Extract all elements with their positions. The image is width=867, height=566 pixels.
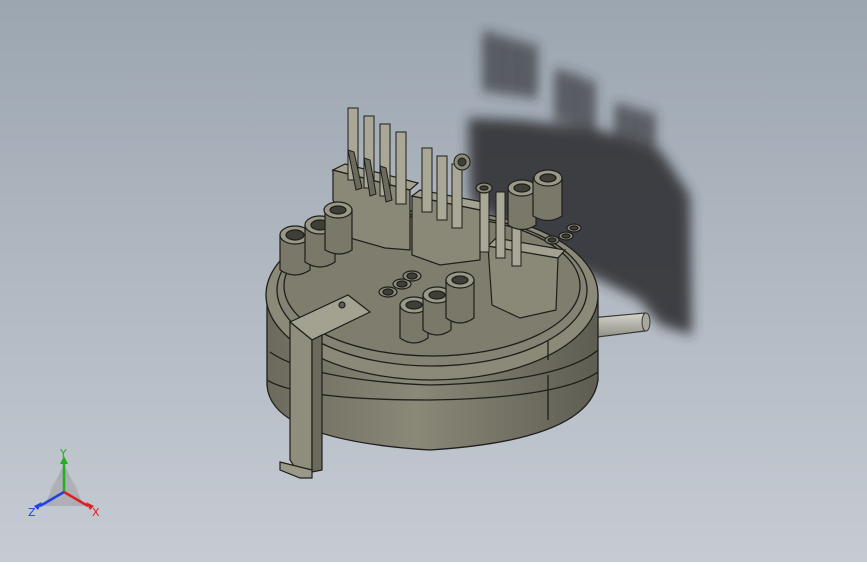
y-axis-label: Y	[59, 448, 67, 460]
3d-viewport[interactable]	[0, 0, 867, 562]
model-canvas	[0, 0, 867, 562]
orientation-triad[interactable]: Y X Z	[22, 447, 106, 524]
x-axis-label: X	[92, 506, 100, 519]
z-axis-label: Z	[28, 506, 36, 519]
triad-graphic: Y X Z	[28, 447, 100, 519]
